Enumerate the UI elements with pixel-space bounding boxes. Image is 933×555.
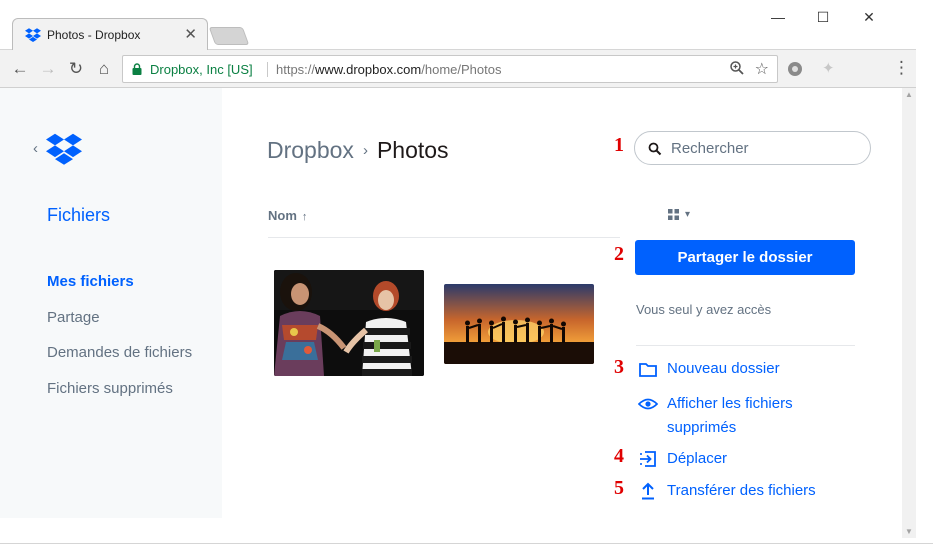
sidebar-item-sharing[interactable]: Partage xyxy=(47,308,192,344)
new-folder-action[interactable]: Nouveau dossier xyxy=(638,357,847,381)
folder-icon xyxy=(638,357,658,381)
breadcrumb-root[interactable]: Dropbox xyxy=(267,137,354,164)
url-scheme: https:// xyxy=(276,62,316,77)
annotation-number: 4 xyxy=(614,445,624,467)
annotation-number: 5 xyxy=(614,477,624,499)
address-bar[interactable]: Dropbox, Inc [US] https://www.dropbox.co… xyxy=(122,55,778,83)
url-text[interactable]: https://www.dropbox.com/home/Photos xyxy=(276,62,501,77)
column-name-label: Nom xyxy=(268,208,297,223)
panel-divider xyxy=(636,345,855,346)
chevron-down-icon: ▾ xyxy=(685,209,691,220)
menu-icon[interactable]: ⋮ xyxy=(893,58,910,78)
reload-icon[interactable]: ↻ xyxy=(64,57,88,81)
browser-titlebar: Photos - Dropbox ✕ — ☐ ✕ xyxy=(0,0,933,50)
new-folder-label: Nouveau dossier xyxy=(667,360,780,377)
url-path: /home/Photos xyxy=(421,62,502,77)
access-info-text: Vous seul y avez accès xyxy=(636,302,772,317)
extension-puzzle-icon[interactable]: ✦ xyxy=(822,59,835,77)
sort-by-name-header[interactable]: Nom ↑ xyxy=(268,208,307,223)
sidebar: ‹ Fichiers Mes fichiers Partage Demandes… xyxy=(0,88,222,518)
extension-gear-icon[interactable] xyxy=(786,60,804,78)
new-tab-button[interactable] xyxy=(208,27,250,45)
photo-sunset-image xyxy=(444,284,594,364)
list-divider xyxy=(268,237,620,238)
sidebar-section-files[interactable]: Fichiers xyxy=(47,205,110,226)
move-action[interactable]: Déplacer xyxy=(638,447,847,471)
search-input[interactable] xyxy=(671,140,861,157)
window-frame-right xyxy=(916,0,933,555)
tab-title: Photos - Dropbox xyxy=(47,28,141,42)
page-scrollbar[interactable]: ▲ ▼ xyxy=(902,88,916,538)
upload-icon xyxy=(638,479,658,503)
annotation-number: 2 xyxy=(614,243,624,265)
sidebar-nav: Mes fichiers Partage Demandes de fichier… xyxy=(47,272,192,414)
page-title: Photos xyxy=(376,137,449,163)
tab-close-icon[interactable]: ✕ xyxy=(184,25,197,43)
breadcrumb: Dropbox › Photos xyxy=(267,137,449,164)
move-label: Déplacer xyxy=(667,450,728,467)
maximize-button[interactable]: ☐ xyxy=(800,4,846,30)
scroll-up-icon[interactable]: ▲ xyxy=(905,90,913,99)
sidebar-item-my-files[interactable]: Mes fichiers xyxy=(47,272,192,308)
dropbox-page: ‹ Fichiers Mes fichiers Partage Demandes… xyxy=(0,88,933,555)
show-deleted-files-action[interactable]: Afficher les fichiers supprimés xyxy=(638,392,827,440)
grid-view-icon xyxy=(668,209,679,220)
minimize-button[interactable]: — xyxy=(755,4,801,30)
upload-files-label: Transférer des fichiers xyxy=(667,482,816,499)
home-icon[interactable]: ⌂ xyxy=(92,57,116,81)
zoom-icon[interactable] xyxy=(729,60,745,76)
search-icon xyxy=(648,142,662,156)
secure-label: Dropbox, Inc [US] xyxy=(150,62,253,77)
search-box[interactable] xyxy=(634,131,871,165)
bookmark-star-icon[interactable]: ☆ xyxy=(755,59,769,79)
browser-tab[interactable]: Photos - Dropbox ✕ xyxy=(12,18,208,50)
window-frame-bottom xyxy=(0,543,933,555)
annotation-number: 1 xyxy=(614,134,624,156)
view-toggle[interactable]: ▾ xyxy=(668,209,690,220)
photo-women-image xyxy=(274,270,424,376)
show-deleted-files-label: Afficher les fichiers supprimés xyxy=(667,395,793,436)
sort-arrow-icon: ↑ xyxy=(301,211,308,223)
back-icon[interactable]: ← xyxy=(8,57,32,81)
browser-toolbar: ← → ↻ ⌂ Dropbox, Inc [US] https://www.dr… xyxy=(0,50,933,88)
upload-files-action[interactable]: Transférer des fichiers xyxy=(638,479,847,503)
annotation-number: 3 xyxy=(614,356,624,378)
lock-icon xyxy=(132,63,142,75)
sidebar-item-deleted-files[interactable]: Fichiers supprimés xyxy=(47,379,192,415)
omnibox-separator xyxy=(267,62,268,77)
dropbox-logo-icon[interactable] xyxy=(46,133,82,165)
eye-icon xyxy=(638,392,658,416)
move-icon xyxy=(638,447,658,471)
dropbox-favicon-icon xyxy=(25,28,41,42)
sidebar-item-file-requests[interactable]: Demandes de fichiers xyxy=(47,343,192,379)
photo-thumbnail-women[interactable] xyxy=(274,270,424,376)
url-host: www.dropbox.com xyxy=(315,62,422,77)
forward-icon[interactable]: → xyxy=(36,57,60,81)
scroll-down-icon[interactable]: ▼ xyxy=(905,527,913,536)
breadcrumb-separator-icon: › xyxy=(362,142,368,159)
photo-thumbnail-sunset[interactable] xyxy=(444,284,594,364)
window-close-button[interactable]: ✕ xyxy=(846,4,892,30)
collapse-sidebar-icon[interactable]: ‹ xyxy=(33,140,38,157)
share-folder-button[interactable]: Partager le dossier xyxy=(635,240,855,275)
